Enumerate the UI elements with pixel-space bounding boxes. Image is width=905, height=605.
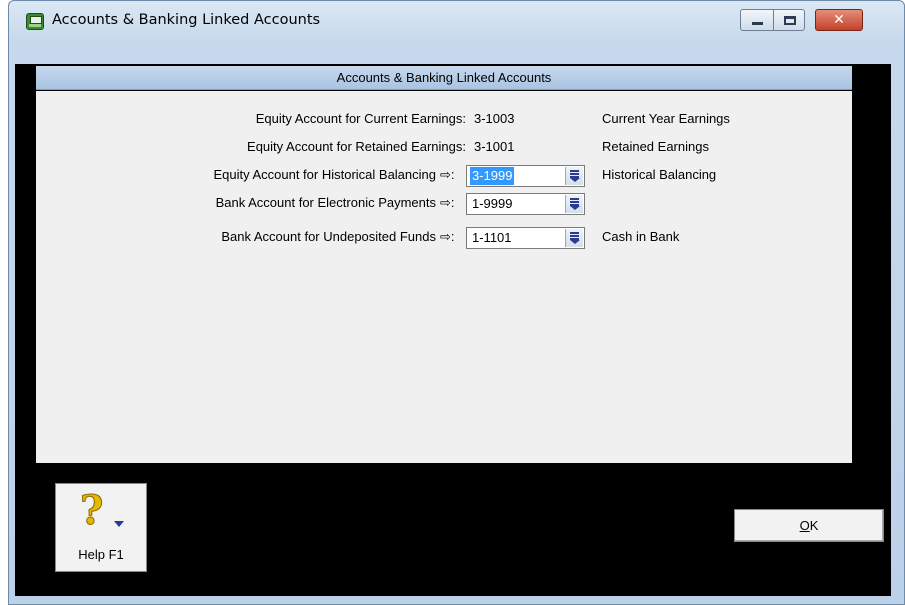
link-arrow-icon[interactable]: ⇨: bbox=[440, 227, 455, 247]
ok-button[interactable]: OK bbox=[734, 509, 884, 542]
dropdown-arrow-icon bbox=[570, 240, 580, 244]
ok-button-label: K bbox=[809, 518, 819, 533]
maximize-button[interactable] bbox=[773, 9, 805, 31]
linked-account-row-electronic-payments: Bank Account for Electronic Payments ⇨: … bbox=[36, 193, 852, 215]
link-arrow-icon[interactable]: ⇨: bbox=[440, 193, 455, 213]
link-arrow-icon[interactable]: ⇨: bbox=[440, 165, 455, 185]
account-description: Retained Earnings bbox=[602, 139, 709, 154]
field-label: Bank Account for Undeposited Funds bbox=[221, 229, 436, 244]
minimize-button[interactable] bbox=[740, 9, 773, 31]
help-question-icon: ? bbox=[79, 487, 104, 534]
historical-balancing-account-field[interactable]: 3-1999 bbox=[466, 165, 585, 187]
title-bar[interactable]: Accounts & Banking Linked Accounts ✕ bbox=[9, 1, 904, 41]
account-description: Current Year Earnings bbox=[602, 111, 730, 126]
account-list-button[interactable] bbox=[565, 167, 583, 185]
help-button-label: Help F1 bbox=[78, 547, 124, 562]
linked-account-row-current-earnings: Equity Account for Current Earnings: 3-1… bbox=[36, 109, 852, 131]
minimize-icon bbox=[752, 22, 763, 25]
field-label: Equity Account for Current Earnings: bbox=[255, 111, 466, 126]
panel-header: Accounts & Banking Linked Accounts bbox=[36, 66, 852, 90]
account-description: Historical Balancing bbox=[602, 167, 717, 182]
field-label: Equity Account for Historical Balancing bbox=[213, 167, 436, 182]
account-list-button[interactable] bbox=[565, 195, 583, 213]
field-label: Bank Account for Electronic Payments bbox=[215, 195, 436, 210]
dialog-client-area: Accounts & Banking Linked Accounts Equit… bbox=[15, 64, 891, 596]
close-icon: ✕ bbox=[833, 12, 845, 28]
account-description: Cash in Bank bbox=[602, 229, 680, 244]
ok-accelerator: O bbox=[799, 518, 810, 533]
linked-account-row-historical-balancing: Equity Account for Historical Balancing … bbox=[36, 165, 852, 187]
dropdown-arrow-icon bbox=[570, 206, 580, 210]
help-button[interactable]: ? Help F1 bbox=[55, 483, 147, 572]
account-number: 3-1003 bbox=[474, 111, 515, 126]
account-number-input[interactable]: 3-1999 bbox=[470, 167, 515, 185]
account-number: 3-1001 bbox=[474, 139, 515, 154]
account-number-input[interactable]: 1-1101 bbox=[470, 229, 514, 247]
maximize-icon bbox=[784, 16, 796, 25]
close-button[interactable]: ✕ bbox=[815, 9, 863, 31]
account-number-input[interactable]: 1-9999 bbox=[470, 195, 514, 213]
dropdown-arrow-icon bbox=[570, 178, 580, 182]
linked-account-row-retained-earnings: Equity Account for Retained Earnings: 3-… bbox=[36, 137, 852, 159]
account-list-button[interactable] bbox=[565, 229, 583, 247]
field-label: Equity Account for Retained Earnings: bbox=[247, 139, 466, 154]
linked-account-row-undeposited-funds: Bank Account for Undeposited Funds ⇨: 1-… bbox=[36, 227, 852, 249]
undeposited-funds-account-field[interactable]: 1-1101 bbox=[466, 227, 585, 249]
electronic-payments-account-field[interactable]: 1-9999 bbox=[466, 193, 585, 215]
help-dropdown-icon bbox=[114, 521, 124, 527]
app-icon bbox=[26, 13, 44, 30]
linked-accounts-panel: Equity Account for Current Earnings: 3-1… bbox=[36, 91, 852, 463]
window-title: Accounts & Banking Linked Accounts bbox=[52, 12, 321, 28]
